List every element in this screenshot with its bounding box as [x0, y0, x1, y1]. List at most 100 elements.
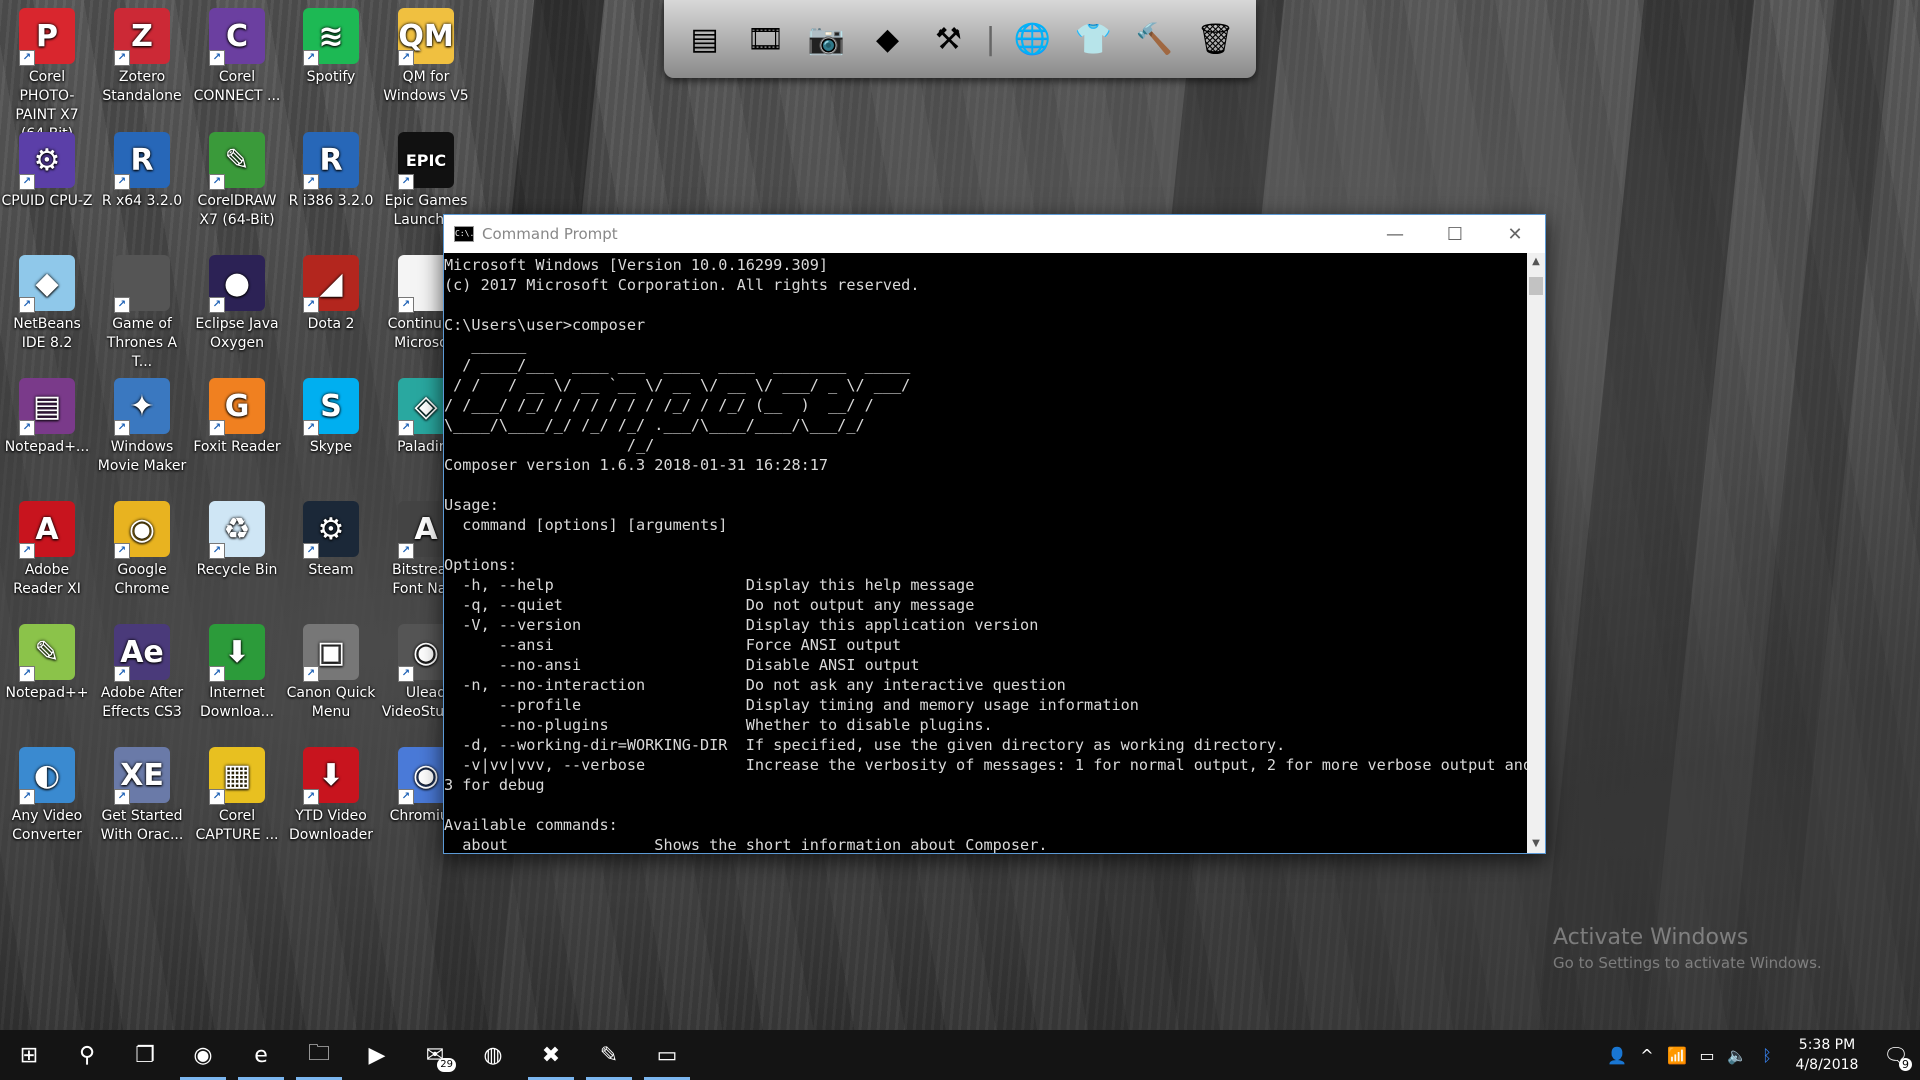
- desktop-icon[interactable]: ⬇ ↗ YTD Video Downloader: [284, 741, 378, 845]
- desktop-icon[interactable]: XE ↗ Get Started With Orac...: [95, 741, 189, 845]
- desktop-icon[interactable]: ▤ ↗ Notepad+...: [0, 372, 94, 457]
- command-prompt-window[interactable]: C:\. Command Prompt — ☐ ✕ Microsoft Wind…: [443, 214, 1546, 854]
- desktop-icon[interactable]: P↗Corel PHOTO-PAINT X7 (64-Bit): [0, 2, 94, 144]
- desktop-icon[interactable]: ✎ ↗ Notepad++: [0, 618, 94, 703]
- desktop-icon[interactable]: ⚙ ↗ CPUID CPU-Z: [0, 126, 94, 211]
- desktop-icon[interactable]: ✎ ↗ CorelDRAW X7 (64-Bit): [190, 126, 284, 230]
- desktop-icon[interactable]: ▣ ↗ Canon Quick Menu: [284, 618, 378, 722]
- action-center-button[interactable]: 🗨 9: [1872, 1043, 1920, 1071]
- oracle-icon: XE ↗: [114, 747, 170, 805]
- console-output[interactable]: Microsoft Windows [Version 10.0.16299.30…: [444, 253, 1527, 853]
- tools-icon[interactable]: ⚒: [925, 13, 973, 65]
- desktop-icon[interactable]: C ↗ Corel CONNECT ...: [190, 2, 284, 106]
- desktop-icon[interactable]: ● ↗ Eclipse Java Oxygen: [190, 249, 284, 353]
- desktop-icon-label: Game of Thrones A T...: [106, 316, 178, 370]
- adobe-reader-icon: A ↗: [19, 501, 75, 559]
- shortcut-arrow-icon: ↗: [303, 666, 319, 682]
- taskbar-task-view-button[interactable]: ❐: [116, 1030, 174, 1080]
- taskbar-firefox-button[interactable]: ◍: [464, 1030, 522, 1080]
- clock[interactable]: 5:38 PM 4/8/2018: [1782, 1035, 1872, 1075]
- tshirt-icon[interactable]: 👕: [1070, 13, 1118, 65]
- taskbar-search-button[interactable]: ⚲: [58, 1030, 116, 1080]
- desktop-icon-label: NetBeans IDE 8.2: [13, 316, 81, 351]
- icon-glyph: A: [35, 511, 59, 547]
- coreldraw-icon: ✎ ↗: [209, 132, 265, 190]
- desktop-icon-label: Adobe Reader XI: [13, 562, 81, 597]
- desktop-icon-label: Any Video Converter: [11, 808, 83, 843]
- minimize-button[interactable]: —: [1365, 215, 1425, 253]
- desktop-icon[interactable]: S ↗ Skype: [284, 372, 378, 457]
- desktop-icon-label: Spotify: [306, 69, 356, 85]
- icon-glyph: ◈: [414, 388, 438, 424]
- taskbar-mail-button[interactable]: ✉ 29: [406, 1030, 464, 1080]
- desktop-icon-label: Recycle Bin: [196, 562, 278, 578]
- taskbar-notepadpp-button[interactable]: ✎: [580, 1030, 638, 1080]
- scroll-up-icon[interactable]: ▲: [1527, 253, 1545, 271]
- battery-icon[interactable]: ▭: [1692, 1046, 1722, 1065]
- desktop-icon[interactable]: Ae ↗ Adobe After Effects CS3: [95, 618, 189, 722]
- edge-icon: e: [254, 1042, 268, 1068]
- shortcut-arrow-icon: ↗: [209, 420, 225, 436]
- icon-glyph: ✎: [34, 634, 60, 670]
- icon-glyph: ⚙: [33, 142, 61, 178]
- scrollbar-thumb[interactable]: [1529, 277, 1543, 295]
- desktop-icon[interactable]: R ↗ R x64 3.2.0: [95, 126, 189, 211]
- ytd-icon: ⬇ ↗: [303, 747, 359, 805]
- desktop-icon-label: R x64 3.2.0: [101, 193, 183, 209]
- desktop-icon-label: Foxit Reader: [193, 439, 281, 455]
- desktop-icon[interactable]: Z ↗ Zotero Standalone: [95, 2, 189, 106]
- desktop-icon[interactable]: ≋ ↗ Spotify: [284, 2, 378, 87]
- taskbar-file-explorer-button[interactable]: 🗀: [290, 1030, 348, 1080]
- cube-icon[interactable]: ◆: [864, 13, 912, 65]
- shortcut-arrow-icon: ↗: [398, 789, 414, 805]
- network-icon[interactable]: 📶: [1662, 1046, 1692, 1065]
- firefox-icon: ◍: [483, 1042, 503, 1068]
- window-titlebar[interactable]: C:\. Command Prompt — ☐ ✕: [444, 215, 1545, 253]
- desktop-icon[interactable]: ◢ ↗ Dota 2: [284, 249, 378, 334]
- textedit-icon[interactable]: ▤: [681, 13, 729, 65]
- desktop-icon[interactable]: R ↗ R i386 3.2.0: [284, 126, 378, 211]
- taskbar-xampp-button[interactable]: ✖: [522, 1030, 580, 1080]
- desktop-icon[interactable]: ▦ ↗ Corel CAPTURE ...: [190, 741, 284, 845]
- desktop-icon[interactable]: ✦ ↗ Windows Movie Maker: [95, 372, 189, 476]
- start-icon: ⊞: [19, 1042, 39, 1068]
- close-button[interactable]: ✕: [1485, 215, 1545, 253]
- bluetooth-icon[interactable]: ᛒ: [1752, 1046, 1782, 1065]
- vertical-scrollbar[interactable]: ▲ ▼: [1527, 253, 1545, 853]
- desktop-icon[interactable]: ⚙ ↗ Steam: [284, 495, 378, 580]
- desktop-icon[interactable]: QM ↗ QM for Windows V5: [379, 2, 473, 106]
- globe-icon[interactable]: 🌐: [1009, 13, 1057, 65]
- desktop-icon[interactable]: ◆ ↗ NetBeans IDE 8.2: [0, 249, 94, 353]
- chevron-up-icon[interactable]: ^: [1632, 1046, 1662, 1065]
- notification-count: 9: [1899, 1058, 1912, 1071]
- desktop-icon[interactable]: ⬇ ↗ Internet Downloa...: [190, 618, 284, 722]
- video-converter-icon: ◐ ↗: [19, 747, 75, 805]
- taskbar-cmd-button[interactable]: ▭: [638, 1030, 696, 1080]
- desktop-icon[interactable]: A ↗ Adobe Reader XI: [0, 495, 94, 599]
- media-icon[interactable]: 🎞: [742, 13, 790, 65]
- taskbar-media-player-button[interactable]: ▶: [348, 1030, 406, 1080]
- desktop-icon[interactable]: ♻ ↗ Recycle Bin: [190, 495, 284, 580]
- taskbar-edge-button[interactable]: e: [232, 1030, 290, 1080]
- desktop-icon[interactable]: ◐ ↗ Any Video Converter: [0, 741, 94, 845]
- camera-icon[interactable]: 📷: [803, 13, 851, 65]
- maximize-button[interactable]: ☐: [1425, 215, 1485, 253]
- shortcut-arrow-icon: ↗: [398, 174, 414, 190]
- shortcut-arrow-icon: ↗: [398, 543, 414, 559]
- icon-glyph: QM: [398, 18, 454, 54]
- people-icon[interactable]: 👤: [1602, 1046, 1632, 1065]
- taskbar-start-button[interactable]: ⊞: [0, 1030, 58, 1080]
- trash-icon[interactable]: 🗑: [1192, 13, 1240, 65]
- desktop-icon[interactable]: ↗ Game of Thrones A T...: [95, 249, 189, 372]
- notepadpp-icon: ✎ ↗: [19, 624, 75, 682]
- taskbar-chrome-button[interactable]: ◉: [174, 1030, 232, 1080]
- desktop-icon-label: Skype: [309, 439, 353, 455]
- desktop-icon-label: Google Chrome: [114, 562, 170, 597]
- desktop-icon[interactable]: G ↗ Foxit Reader: [190, 372, 284, 457]
- task-view-icon: ❐: [135, 1042, 155, 1068]
- volume-icon[interactable]: 🔈: [1722, 1046, 1752, 1065]
- desktop-icon[interactable]: ◉ ↗ Google Chrome: [95, 495, 189, 599]
- icon-glyph: ▦: [222, 757, 252, 793]
- scroll-down-icon[interactable]: ▼: [1527, 835, 1545, 853]
- hammer-icon[interactable]: 🔨: [1131, 13, 1179, 65]
